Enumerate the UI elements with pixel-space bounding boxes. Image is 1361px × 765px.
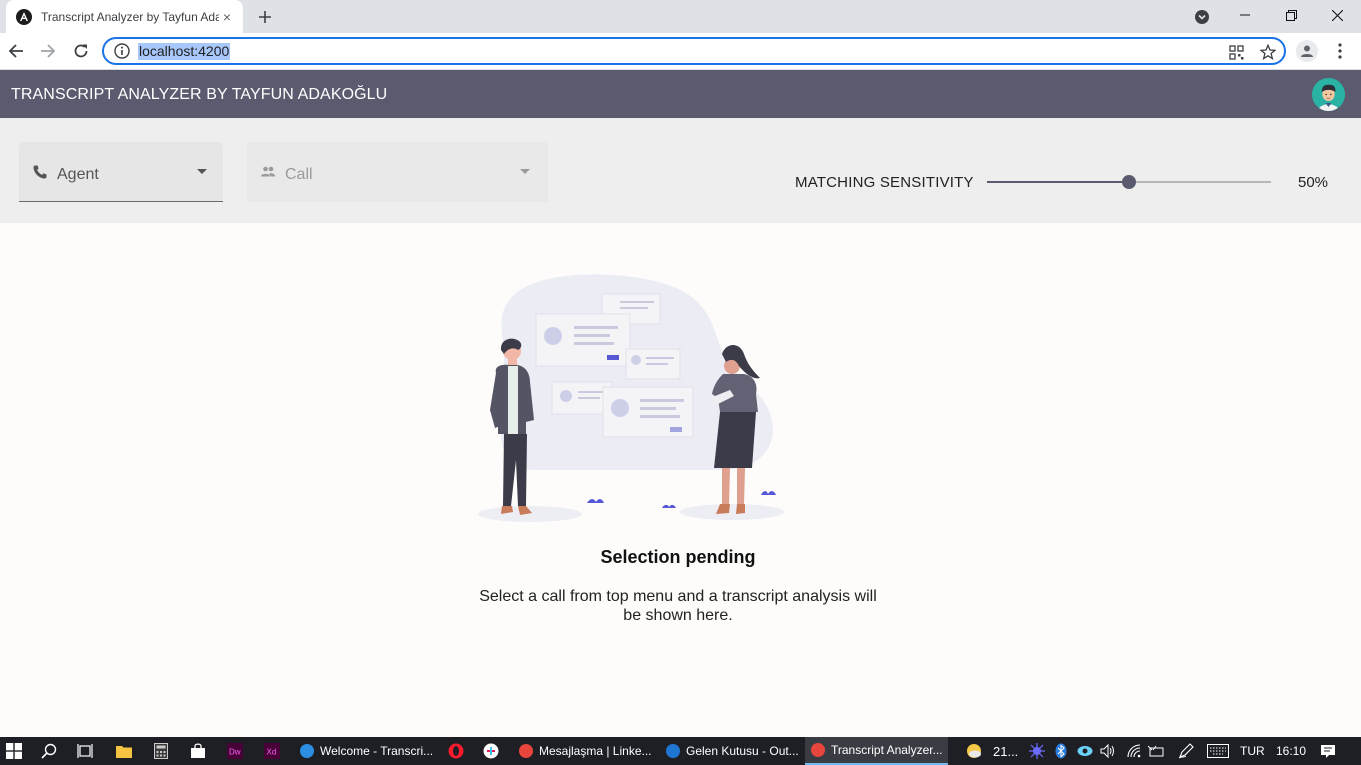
- account-button[interactable]: [1296, 40, 1318, 62]
- reload-button[interactable]: [68, 38, 94, 64]
- svg-text:Dw: Dw: [229, 748, 241, 757]
- chrome-icon: [519, 744, 533, 758]
- agent-select[interactable]: Agent: [19, 142, 223, 202]
- tab-title: Transcript Analyzer by Tayfun Adakoğlu: [41, 9, 219, 24]
- search-button[interactable]: [39, 741, 59, 761]
- chevron-down-icon: [520, 169, 530, 174]
- mail-icon: [666, 744, 680, 758]
- plus-icon: [259, 11, 271, 23]
- start-button[interactable]: [4, 741, 24, 761]
- task-view-button[interactable]: [75, 741, 95, 761]
- filter-bar: Agent Call MATCHING SENSITIVITY 50%: [0, 118, 1361, 223]
- taskbar-app-label: Gelen Kutusu - Out...: [686, 744, 799, 758]
- chevron-down-icon: [197, 169, 207, 174]
- vscode-icon: [300, 744, 314, 758]
- avatar-icon: [1312, 78, 1345, 111]
- taskbar-app-label: Mesajlaşma | Linke...: [539, 744, 652, 758]
- chrome-icon: [811, 743, 825, 757]
- more-vert-icon: [1338, 43, 1342, 59]
- slider-fill: [987, 181, 1129, 183]
- notifications-icon[interactable]: [1318, 741, 1338, 761]
- url-text[interactable]: localhost:4200: [138, 42, 231, 60]
- slack-icon[interactable]: [481, 741, 501, 761]
- svg-text:Xd: Xd: [267, 748, 277, 757]
- empty-state-title: Selection pending: [600, 547, 756, 567]
- taskbar-app-transcript-analyzer[interactable]: Transcript Analyzer...: [805, 737, 948, 765]
- browser-tab[interactable]: Transcript Analyzer by Tayfun Adakoğlu ×: [6, 0, 243, 33]
- weather-temperature[interactable]: 21...: [993, 744, 1018, 759]
- restore-button[interactable]: [1268, 0, 1314, 30]
- taskbar-app-outlook[interactable]: Gelen Kutusu - Out...: [660, 737, 801, 765]
- user-avatar[interactable]: [1312, 78, 1345, 111]
- windows-logo-icon: [6, 743, 22, 759]
- restore-icon: [1285, 9, 1297, 21]
- pen-icon[interactable]: [1176, 741, 1196, 761]
- back-button[interactable]: [3, 38, 29, 64]
- store-icon[interactable]: [188, 741, 208, 761]
- input-language[interactable]: TUR: [1240, 744, 1265, 758]
- bluetooth-icon[interactable]: [1051, 741, 1071, 761]
- browser-toolbar: localhost:4200: [0, 33, 1361, 70]
- call-select-label: Call: [285, 166, 313, 183]
- matching-sensitivity-label: MATCHING SENSITIVITY: [795, 174, 974, 191]
- taskbar-app-label: Welcome - Transcri...: [320, 744, 434, 758]
- opera-icon[interactable]: [446, 741, 466, 761]
- group-icon: [260, 166, 276, 177]
- calculator-icon[interactable]: [151, 741, 171, 761]
- agent-select-label: Agent: [57, 166, 99, 183]
- empty-state-text: Select a call from top menu and a transc…: [479, 588, 877, 624]
- app-tray-icon[interactable]: [1027, 741, 1047, 761]
- empty-state-illustration: [478, 274, 784, 522]
- battery-icon[interactable]: [1146, 741, 1166, 761]
- info-icon[interactable]: [114, 43, 130, 59]
- bookmark-star-icon[interactable]: [1258, 42, 1278, 62]
- eye-icon[interactable]: [1075, 741, 1095, 761]
- search-icon: [41, 743, 57, 759]
- adobe-xd-icon[interactable]: Xd: [262, 741, 282, 761]
- minimize-button[interactable]: [1222, 0, 1268, 30]
- keyboard-icon[interactable]: [1206, 741, 1230, 761]
- new-tab-button[interactable]: [253, 5, 277, 29]
- browser-menu-button[interactable]: [1330, 40, 1350, 62]
- app-title: TRANSCRIPT ANALYZER BY TAYFUN ADAKOĞLU: [11, 86, 388, 103]
- dreamweaver-icon[interactable]: Dw: [225, 741, 245, 761]
- address-bar[interactable]: localhost:4200: [102, 37, 1286, 65]
- close-window-button[interactable]: [1314, 0, 1360, 30]
- tab-search-icon[interactable]: [1192, 7, 1212, 27]
- taskbar-app-label: Transcript Analyzer...: [831, 743, 943, 757]
- weather-icon[interactable]: [964, 741, 984, 761]
- taskbar-app-vscode[interactable]: Welcome - Transcri...: [294, 737, 437, 765]
- arrow-left-icon: [8, 44, 23, 58]
- windows-taskbar: Dw Xd Welcome - Transcri... Mesajlaşma |…: [0, 737, 1361, 765]
- call-select[interactable]: Call: [247, 142, 548, 202]
- taskbar-app-linkedin[interactable]: Mesajlaşma | Linke...: [513, 737, 656, 765]
- angular-icon: [16, 8, 32, 25]
- forward-button[interactable]: [35, 38, 61, 64]
- matching-sensitivity-value: 50%: [1298, 174, 1329, 191]
- minimize-icon: [1240, 14, 1250, 16]
- browser-tabstrip: Transcript Analyzer by Tayfun Adakoğlu ×: [0, 0, 1361, 33]
- arrow-right-icon: [41, 44, 56, 58]
- qr-code-icon[interactable]: [1226, 42, 1246, 62]
- wifi-icon[interactable]: [1124, 741, 1144, 761]
- slider-thumb[interactable]: [1122, 175, 1136, 189]
- volume-icon[interactable]: [1098, 741, 1118, 761]
- file-explorer-icon[interactable]: [114, 741, 134, 761]
- tab-close-icon[interactable]: ×: [219, 9, 235, 25]
- reload-icon: [74, 44, 88, 58]
- phone-icon: [33, 165, 47, 179]
- close-icon: [1331, 9, 1343, 21]
- matching-sensitivity-slider[interactable]: [987, 170, 1271, 194]
- person-icon: [1301, 45, 1313, 57]
- clock-time[interactable]: 16:10: [1276, 744, 1306, 758]
- task-view-icon: [77, 744, 93, 758]
- app-toolbar: TRANSCRIPT ANALYZER BY TAYFUN ADAKOĞLU: [0, 70, 1361, 118]
